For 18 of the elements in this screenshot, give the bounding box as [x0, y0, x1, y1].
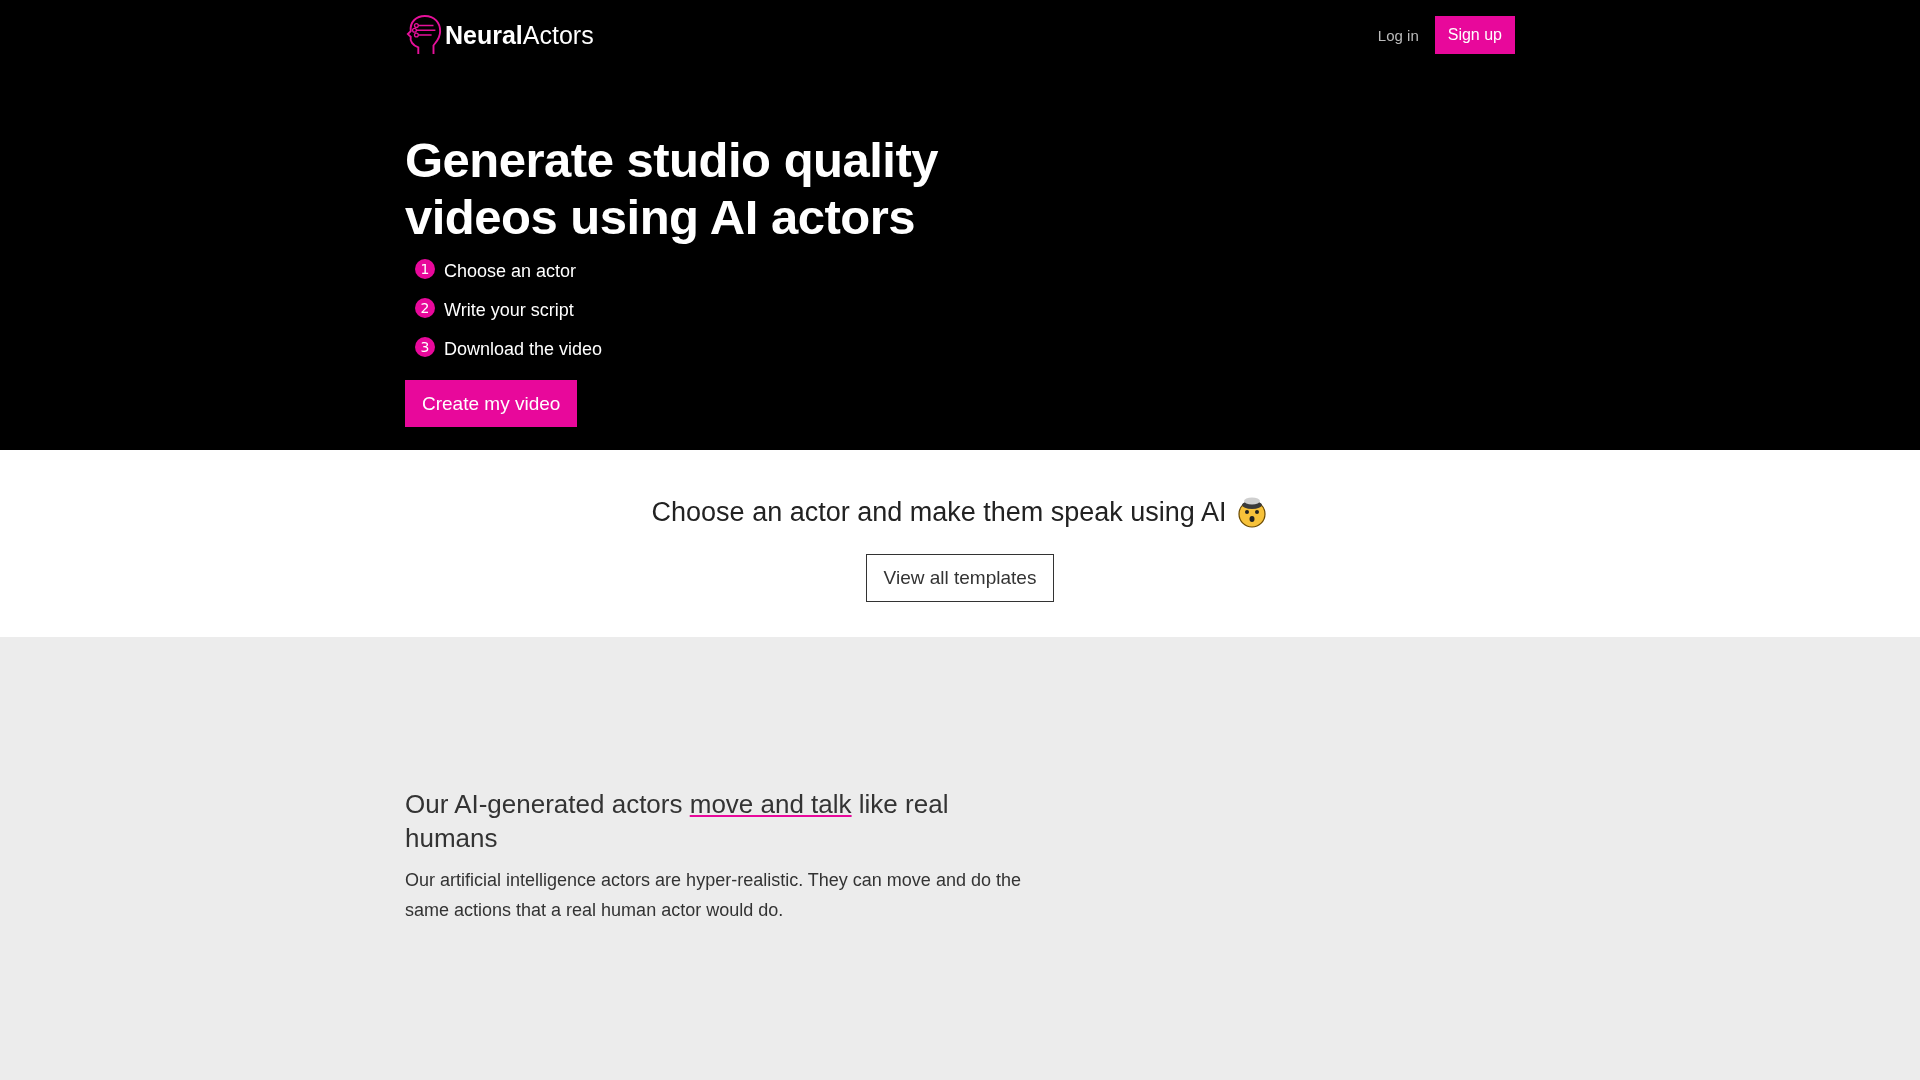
view-templates-button[interactable]: View all templates [865, 554, 1055, 602]
step-number: 3 [415, 336, 435, 357]
head-circuit-logo-icon [405, 14, 443, 56]
templates-heading: Choose an actor and make them speak using AI [651, 496, 1227, 528]
step-label: Download the video [444, 339, 603, 360]
hero-title: Generate studio quality videos using AI actors [405, 132, 940, 246]
step-label: Choose an actor [444, 261, 577, 282]
login-link[interactable]: Log in [1377, 26, 1419, 44]
signup-button[interactable]: Sign up [1434, 16, 1515, 54]
step-number: 2 [415, 297, 435, 318]
logo-wordmark[interactable]: NeuralActors [445, 20, 594, 50]
create-video-button[interactable]: Create my video [405, 380, 578, 427]
step-label: Write your script [444, 300, 574, 321]
exploding-head-emoji-icon [1236, 496, 1269, 528]
feature-description: Our artificial intelligence actors are hyper-realistic. They can move and do the same actions that a real human actor would do. [405, 869, 1022, 922]
feature-heading-link[interactable]: move and talk [689, 789, 852, 819]
feature-heading: Our AI-generated actors move and talk like real humans [405, 788, 950, 855]
step-number: 1 [415, 258, 435, 279]
